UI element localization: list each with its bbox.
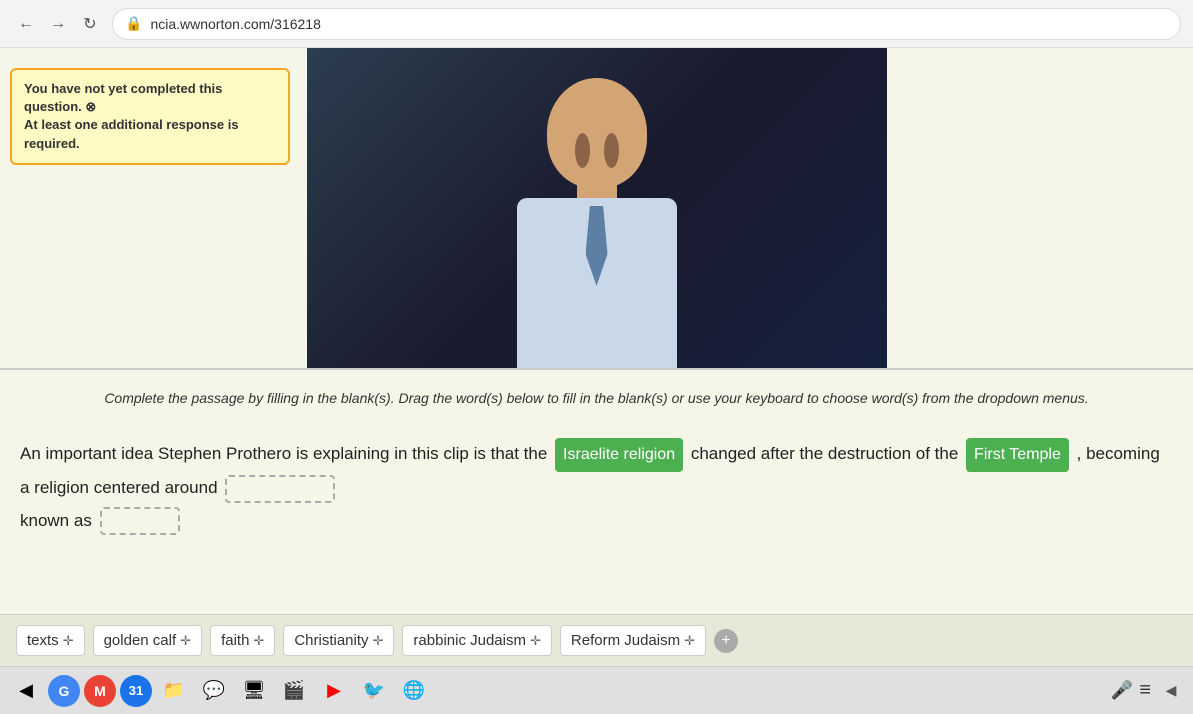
lock-icon: 🔒 bbox=[125, 15, 142, 32]
hair-left bbox=[575, 133, 590, 168]
bird-icon[interactable]: 🐦 bbox=[356, 673, 392, 709]
word-reform-judaism-label: Reform Judaism bbox=[571, 632, 680, 649]
word-golden-calf-label: golden calf bbox=[104, 632, 177, 649]
passage-part4: known as bbox=[20, 511, 92, 530]
mic-icon[interactable]: 🎤 bbox=[1111, 680, 1133, 701]
chat-icon[interactable]: 💬 bbox=[196, 673, 232, 709]
blank-1[interactable] bbox=[225, 475, 335, 503]
chip-icon-faith: ✛ bbox=[253, 633, 264, 649]
address-bar[interactable]: 🔒 ncia.wwnorton.com/316218 bbox=[112, 8, 1181, 40]
taskbar-back-button[interactable]: ◀ bbox=[8, 673, 44, 709]
divider bbox=[0, 368, 1193, 370]
back-button[interactable]: ← bbox=[12, 10, 40, 38]
answer-israelite-religion[interactable]: Israelite religion bbox=[555, 438, 683, 472]
answer-first-temple[interactable]: First Temple bbox=[966, 438, 1069, 472]
calendar-icon[interactable]: 31 bbox=[120, 675, 152, 707]
refresh-button[interactable]: ↻ bbox=[76, 10, 104, 38]
chrome-icon[interactable]: G bbox=[48, 675, 80, 707]
word-faith-label: faith bbox=[221, 632, 249, 649]
passage-area: An important idea Stephen Prothero is ex… bbox=[20, 438, 1173, 537]
chip-icon-reform-judaism: ✛ bbox=[684, 633, 695, 649]
word-chip-faith[interactable]: faith ✛ bbox=[210, 625, 275, 656]
head bbox=[547, 78, 647, 188]
word-chip-reform-judaism[interactable]: Reform Judaism ✛ bbox=[560, 625, 706, 656]
page-content: You have not yet completed this question… bbox=[0, 48, 1193, 714]
hamburger-menu-icon[interactable]: ≡ bbox=[1139, 679, 1151, 702]
chip-icon-texts: ✛ bbox=[63, 633, 74, 649]
warning-text: You have not yet completed this question… bbox=[24, 81, 239, 151]
word-bank: texts ✛ golden calf ✛ faith ✛ Christiani… bbox=[0, 614, 1193, 666]
passage-part2: changed after the destruction of the bbox=[691, 444, 958, 463]
video-area bbox=[307, 48, 887, 368]
url-text: ncia.wwnorton.com/316218 bbox=[150, 16, 320, 32]
instruction-area: Complete the passage by filling in the b… bbox=[0, 378, 1193, 425]
nav-buttons: ← → ↻ bbox=[12, 10, 104, 38]
instructor-figure bbox=[457, 58, 737, 368]
slides-icon[interactable]: 🖥 bbox=[236, 673, 272, 709]
word-texts-label: texts bbox=[27, 632, 59, 649]
youtube-icon[interactable]: ▶ bbox=[316, 673, 352, 709]
chip-icon-golden-calf: ✛ bbox=[180, 633, 191, 649]
blank-2[interactable] bbox=[100, 507, 180, 535]
chip-icon-rabbinic-judaism: ✛ bbox=[530, 633, 541, 649]
person-silhouette bbox=[307, 48, 887, 368]
word-bank-add-button[interactable]: + bbox=[714, 629, 738, 653]
instruction-text: Complete the passage by filling in the b… bbox=[20, 388, 1173, 409]
taskbar-right: 🎤 ≡ ◀ bbox=[1111, 677, 1185, 705]
taskbar: ◀ G M 31 📁 💬 🖥 🎬 ▶ 🐦 🌐 🎤 ≡ ◀ bbox=[0, 666, 1193, 714]
passage-part1: An important idea Stephen Prothero is ex… bbox=[20, 444, 547, 463]
gmail-icon[interactable]: M bbox=[84, 675, 116, 707]
word-chip-rabbinic-judaism[interactable]: rabbinic Judaism ✛ bbox=[402, 625, 551, 656]
chip-icon-christianity: ✛ bbox=[373, 633, 384, 649]
files-icon[interactable]: 📁 bbox=[156, 673, 192, 709]
forward-button[interactable]: → bbox=[44, 10, 72, 38]
media-icon[interactable]: 🎬 bbox=[276, 673, 312, 709]
word-rabbinic-judaism-label: rabbinic Judaism bbox=[413, 632, 526, 649]
globe-icon[interactable]: 🌐 bbox=[396, 673, 432, 709]
word-chip-golden-calf[interactable]: golden calf ✛ bbox=[93, 625, 202, 656]
word-chip-texts[interactable]: texts ✛ bbox=[16, 625, 85, 656]
word-chip-christianity[interactable]: Christianity ✛ bbox=[283, 625, 394, 656]
hair-right bbox=[604, 133, 619, 168]
browser-chrome: ← → ↻ 🔒 ncia.wwnorton.com/316218 bbox=[0, 0, 1193, 48]
taskbar-nav-left[interactable]: ◀ bbox=[1157, 677, 1185, 705]
word-christianity-label: Christianity bbox=[294, 632, 368, 649]
warning-toast: You have not yet completed this question… bbox=[10, 68, 290, 165]
